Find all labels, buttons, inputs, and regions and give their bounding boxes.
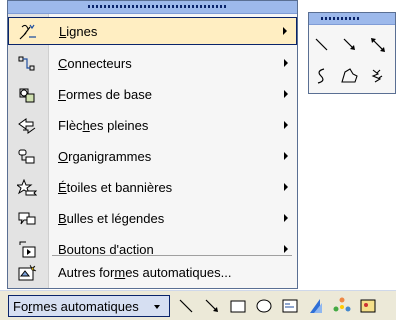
stars-banners-icon: [17, 179, 37, 196]
grip-dots: [321, 17, 361, 20]
submenu-arrow-icon: [284, 183, 288, 191]
drawing-toolbar: Formes automatiques: [0, 290, 396, 320]
menu-item-bulles-et-legendes[interactable]: Bulles et légendes: [8, 205, 297, 233]
lines-icon: [19, 24, 36, 40]
menu-item-connecteurs[interactable]: Connecteurs: [8, 50, 297, 78]
autoshapes-menu: Lignes Connecteurs Formes de base Flèche…: [7, 0, 298, 289]
textbox-tool-icon[interactable]: [280, 296, 300, 316]
submenu-drag-handle[interactable]: [309, 13, 395, 25]
diagram-tool-icon[interactable]: [332, 296, 352, 316]
menu-item-label: Organigrammes: [58, 149, 152, 164]
menu-separator: [52, 255, 292, 256]
flowchart-icon: [18, 149, 35, 164]
more-autoshapes-icon: [18, 264, 37, 281]
submenu-arrow-icon: [284, 59, 288, 67]
scribble-icon[interactable]: [367, 65, 389, 87]
menu-item-formes-de-base[interactable]: Formes de base: [8, 81, 297, 109]
chevron-down-icon: [154, 305, 160, 309]
wordart-tool-icon[interactable]: [306, 296, 326, 316]
menu-drag-handle[interactable]: [8, 1, 297, 14]
rectangle-tool-icon[interactable]: [228, 296, 248, 316]
double-arrow-icon[interactable]: [367, 33, 389, 55]
line-icon[interactable]: [311, 33, 333, 55]
menu-item-label: Autres formes automatiques...: [58, 265, 232, 280]
menu-item-fleches-pleines[interactable]: Flèches pleines: [8, 112, 297, 140]
arrow-icon[interactable]: [339, 33, 361, 55]
menu-item-label: Lignes: [59, 24, 98, 39]
menu-item-autres-formes[interactable]: Autres formes automatiques...: [8, 259, 297, 287]
callouts-icon: [18, 212, 36, 225]
menu-item-organigrammes[interactable]: Organigrammes: [8, 143, 297, 171]
submenu-arrow-icon: [284, 121, 288, 129]
connectors-icon: [18, 56, 35, 71]
block-arrows-icon: [18, 118, 36, 134]
submenu-arrow-icon: [284, 214, 288, 222]
curve-icon[interactable]: [311, 65, 333, 87]
clipart-tool-icon[interactable]: [358, 296, 378, 316]
freeform-icon[interactable]: [339, 65, 361, 87]
submenu-arrow-icon: [283, 27, 287, 35]
menu-item-label: Bulles et légendes: [58, 211, 165, 226]
oval-tool-icon[interactable]: [254, 296, 274, 316]
menu-item-etoiles-et-bannieres[interactable]: Étoiles et bannières: [8, 174, 297, 202]
menu-item-label: Flèches pleines: [58, 118, 149, 133]
menu-item-label: Formes de base: [58, 87, 152, 102]
menu-item-label: Étoiles et bannières: [58, 180, 173, 195]
arrow-tool-icon[interactable]: [202, 296, 222, 316]
action-buttons-icon: [19, 241, 36, 258]
autoshapes-button[interactable]: Formes automatiques: [8, 295, 170, 317]
menu-item-label: Connecteurs: [58, 56, 132, 71]
grip-dots: [88, 5, 228, 8]
line-tool-icon[interactable]: [176, 296, 196, 316]
lines-submenu: [308, 12, 396, 94]
submenu-arrow-icon: [284, 90, 288, 98]
autoshapes-button-label: Formes automatiques: [13, 299, 139, 314]
menu-item-lignes[interactable]: Lignes: [8, 17, 297, 45]
submenu-arrow-icon: [284, 245, 288, 253]
basic-shapes-icon: [19, 88, 35, 103]
submenu-arrow-icon: [284, 152, 288, 160]
